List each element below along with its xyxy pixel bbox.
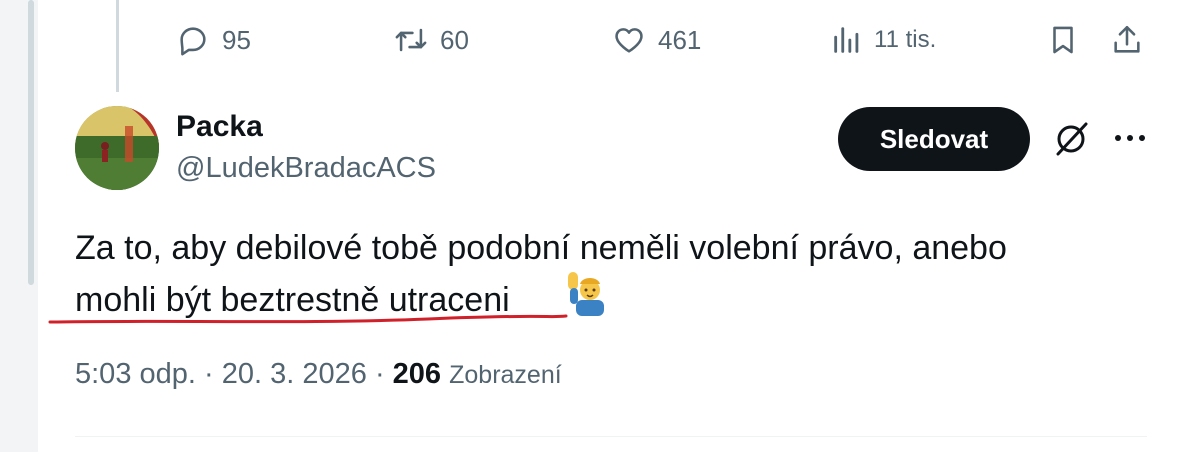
share-icon bbox=[1114, 25, 1140, 53]
tweet-views-label: Zobrazení bbox=[449, 361, 562, 389]
avatar[interactable] bbox=[75, 106, 159, 190]
reply-count: 95 bbox=[222, 24, 251, 55]
share-button[interactable] bbox=[1110, 20, 1144, 60]
tweet-time[interactable]: 5:03 odp. bbox=[75, 358, 196, 390]
man-raising-hand-emoji bbox=[568, 272, 604, 316]
divider bbox=[75, 436, 1147, 437]
tweet-meta: 5:03 odp. · 20. 3. 2026 · 206 Zobrazení bbox=[75, 358, 562, 391]
thread-connector-line bbox=[116, 0, 119, 92]
retweet-button[interactable]: 60 bbox=[394, 20, 469, 60]
tweet-date[interactable]: 20. 3. 2026 bbox=[222, 358, 367, 390]
grok-icon[interactable] bbox=[1050, 118, 1092, 160]
heart-icon bbox=[615, 28, 643, 53]
like-count: 461 bbox=[658, 24, 702, 55]
tweet-views-count: 206 bbox=[392, 358, 442, 390]
red-underline-annotation bbox=[48, 314, 568, 324]
scrollbar-track[interactable] bbox=[0, 0, 14, 452]
bookmark-button[interactable] bbox=[1046, 20, 1080, 60]
analytics-icon bbox=[834, 27, 859, 53]
retweet-icon bbox=[395, 28, 427, 52]
retweet-count: 60 bbox=[440, 24, 469, 55]
reply-icon bbox=[180, 27, 206, 56]
user-handle[interactable]: @LudekBradacACS bbox=[176, 152, 436, 185]
views-button[interactable]: 11 tis. bbox=[830, 20, 936, 60]
reply-button[interactable]: 95 bbox=[176, 20, 251, 60]
meta-separator: · bbox=[374, 358, 393, 390]
more-icon[interactable] bbox=[1112, 123, 1148, 153]
meta-separator: · bbox=[204, 358, 222, 390]
views-count: 11 tis. bbox=[874, 26, 937, 53]
follow-button[interactable]: Sledovat bbox=[838, 107, 1030, 171]
scrollbar-thumb[interactable] bbox=[28, 0, 34, 285]
bookmark-icon bbox=[1053, 26, 1073, 54]
tweet-text-line: Za to, aby debilové tobě podobní neměli … bbox=[75, 229, 1007, 267]
like-button[interactable]: 461 bbox=[612, 20, 701, 60]
avatar-image bbox=[75, 106, 159, 190]
display-name[interactable]: Packa bbox=[176, 110, 263, 144]
